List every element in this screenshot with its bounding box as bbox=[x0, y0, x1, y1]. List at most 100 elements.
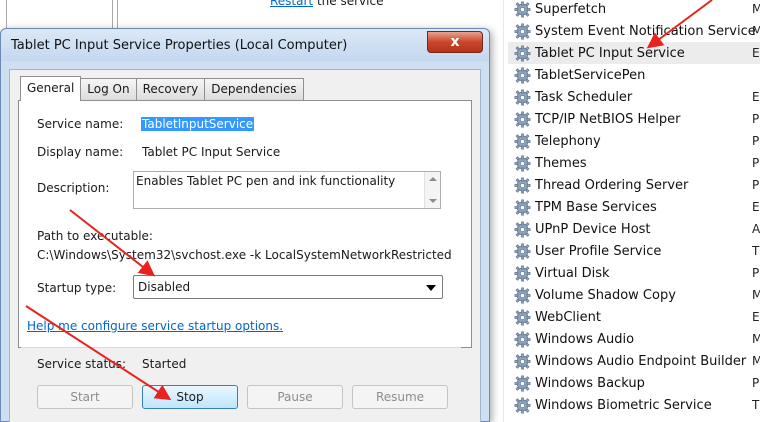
left-divider bbox=[112, 0, 113, 30]
service-row[interactable]: Superfetch M bbox=[508, 0, 760, 20]
gear-icon bbox=[514, 23, 531, 40]
chevron-down-icon bbox=[426, 285, 436, 291]
service-row[interactable]: System Event Notification Service M bbox=[508, 20, 760, 42]
startup-type-label: Startup type: bbox=[37, 281, 117, 295]
service-row[interactable]: User Profile Service T bbox=[508, 240, 760, 262]
service-row[interactable]: Telephony P bbox=[508, 130, 760, 152]
tab-dependencies[interactable]: Dependencies bbox=[204, 78, 304, 100]
restart-link[interactable]: Restart bbox=[270, 0, 313, 8]
gear-icon bbox=[514, 287, 531, 304]
pane-separator bbox=[503, 0, 504, 422]
service-row[interactable]: Windows Audio M bbox=[508, 328, 760, 350]
service-row[interactable]: Windows Audio Endpoint Builder M bbox=[508, 350, 760, 372]
service-row[interactable]: Windows Backup P bbox=[508, 372, 760, 394]
left-divider bbox=[6, 0, 7, 30]
close-button[interactable]: x bbox=[427, 31, 483, 53]
gear-icon bbox=[514, 199, 531, 216]
service-row[interactable]: WebClient E bbox=[508, 306, 760, 328]
stop-button[interactable]: Stop bbox=[142, 385, 238, 409]
service-row[interactable]: Volume Shadow Copy M bbox=[508, 284, 760, 306]
tab-general[interactable]: General bbox=[20, 76, 82, 101]
gear-icon bbox=[514, 375, 531, 392]
service-status-column: P bbox=[752, 112, 760, 126]
gear-icon bbox=[514, 1, 531, 18]
start-button[interactable]: Start bbox=[37, 385, 133, 409]
gear-icon bbox=[514, 243, 531, 260]
left-divider bbox=[117, 0, 118, 30]
service-status-column: M bbox=[752, 354, 760, 368]
services-list: Superfetch M System Event Notification Ser… bbox=[508, 0, 760, 416]
scroll-up-icon[interactable] bbox=[429, 177, 437, 181]
service-status-column: P bbox=[752, 178, 760, 192]
pause-button[interactable]: Pause bbox=[247, 385, 343, 409]
gear-icon bbox=[514, 221, 531, 238]
service-status-column: T bbox=[752, 398, 760, 412]
service-name: Task Scheduler bbox=[535, 89, 633, 105]
title-bar[interactable]: Tablet PC Input Service Properties (Loca… bbox=[1, 29, 489, 61]
service-row[interactable]: Virtual Disk P bbox=[508, 262, 760, 284]
service-status-column: P bbox=[752, 156, 760, 170]
service-status-column: E bbox=[752, 46, 760, 60]
service-name: Superfetch bbox=[535, 1, 607, 17]
scroll-down-icon[interactable] bbox=[429, 199, 437, 203]
service-name: Windows Backup bbox=[535, 375, 645, 391]
service-row[interactable]: TabletServicePen bbox=[508, 64, 760, 86]
tab-log-on[interactable]: Log On bbox=[80, 78, 137, 100]
service-name: WebClient bbox=[535, 309, 601, 325]
service-row[interactable]: Windows Biometric Service T bbox=[508, 394, 760, 416]
gear-icon bbox=[514, 265, 531, 282]
tab-strip: General Log On Recovery Dependencies bbox=[20, 76, 304, 101]
service-name: Windows Audio bbox=[535, 331, 635, 347]
startup-type-dropdown[interactable]: Disabled bbox=[133, 275, 443, 299]
help-configure-link[interactable]: Help me configure service startup option… bbox=[27, 319, 283, 333]
gear-icon bbox=[514, 45, 531, 62]
service-status-column: E bbox=[752, 310, 760, 324]
display-name-value: Tablet PC Input Service bbox=[142, 145, 281, 159]
service-status-column: M bbox=[752, 332, 760, 346]
restart-service-text: Restart the service bbox=[270, 0, 383, 8]
service-row[interactable]: TCP/IP NetBIOS Helper P bbox=[508, 108, 760, 130]
service-status-column: M bbox=[752, 2, 760, 16]
service-name: UPnP Device Host bbox=[535, 221, 651, 237]
path-value: C:\Windows\System32\svchost.exe -k Local… bbox=[37, 248, 452, 262]
service-status-value: Started bbox=[142, 357, 187, 371]
service-name: Themes bbox=[535, 155, 587, 171]
service-status-column: T bbox=[752, 244, 760, 258]
service-name: TCP/IP NetBIOS Helper bbox=[535, 111, 681, 127]
gear-icon bbox=[514, 155, 531, 172]
gear-icon bbox=[514, 177, 531, 194]
service-name: Windows Biometric Service bbox=[535, 397, 712, 413]
service-name-label: Service name: bbox=[37, 117, 124, 131]
gear-icon bbox=[514, 89, 531, 106]
service-name: System Event Notification Service bbox=[535, 23, 756, 39]
tab-recovery[interactable]: Recovery bbox=[135, 78, 206, 100]
divider bbox=[21, 347, 461, 348]
gear-icon bbox=[514, 397, 531, 414]
description-textbox[interactable]: Enables Tablet PC pen and ink functional… bbox=[133, 171, 441, 209]
startup-type-value: Disabled bbox=[138, 280, 191, 294]
restart-rest-text: the service bbox=[313, 0, 384, 8]
description-scrollbar[interactable] bbox=[424, 172, 440, 208]
path-label: Path to executable: bbox=[37, 229, 153, 243]
service-row[interactable]: Tablet PC Input Service E bbox=[508, 42, 760, 64]
service-row[interactable]: Thread Ordering Server P bbox=[508, 174, 760, 196]
service-status-column: M bbox=[752, 288, 760, 302]
general-tab-panel bbox=[18, 100, 472, 348]
service-row[interactable]: Themes P bbox=[508, 152, 760, 174]
service-status-column: M bbox=[752, 24, 760, 38]
service-name-value[interactable]: TabletInputService bbox=[141, 117, 255, 131]
gear-icon bbox=[514, 309, 531, 326]
service-row[interactable]: TPM Base Services E bbox=[508, 196, 760, 218]
service-status-column bbox=[752, 64, 760, 86]
gear-icon bbox=[514, 111, 531, 128]
service-status-column: E bbox=[752, 200, 760, 214]
service-name: Telephony bbox=[535, 133, 601, 149]
service-name: Tablet PC Input Service bbox=[535, 45, 685, 61]
service-name: Virtual Disk bbox=[535, 265, 610, 281]
description-label: Description: bbox=[37, 181, 110, 195]
service-row[interactable]: UPnP Device Host A bbox=[508, 218, 760, 240]
resume-button[interactable]: Resume bbox=[352, 385, 448, 409]
service-row[interactable]: Task Scheduler E bbox=[508, 86, 760, 108]
display-name-label: Display name: bbox=[37, 145, 124, 159]
service-name: Windows Audio Endpoint Builder bbox=[535, 353, 747, 369]
